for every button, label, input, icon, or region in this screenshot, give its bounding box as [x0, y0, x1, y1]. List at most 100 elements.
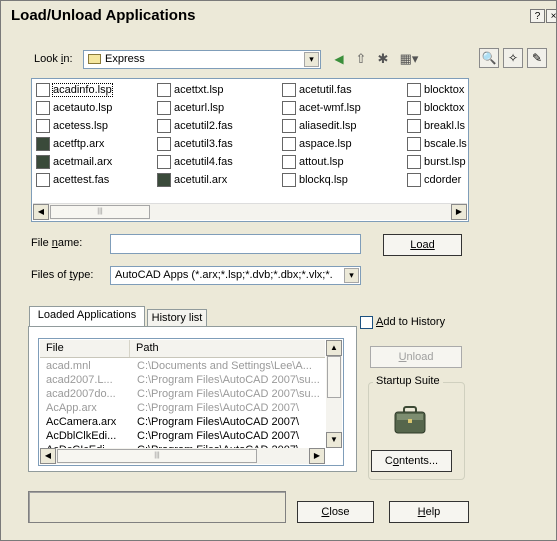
file-item[interactable]: blockq.lsp	[282, 173, 348, 189]
back-icon[interactable]: ◀	[329, 49, 349, 69]
lsp-file-icon	[36, 119, 50, 133]
help-button[interactable]: Help	[389, 501, 469, 523]
scroll-thumb[interactable]: |||	[50, 205, 150, 219]
fas-file-icon	[36, 173, 50, 187]
scroll-right-icon[interactable]: ▶	[309, 448, 325, 464]
look-in-value: Express	[105, 53, 145, 65]
file-item[interactable]: acettxt.lsp	[157, 83, 224, 99]
column-path-header[interactable]: Path	[130, 340, 325, 357]
add-to-history-checkbox[interactable]	[360, 316, 373, 329]
table-row[interactable]: AcCamera.arx C:\Program Files\AutoCAD 200…	[40, 415, 325, 429]
loaded-applications-list[interactable]: File Path acad.mnl C:\Documents and Setti…	[38, 338, 344, 466]
file-item[interactable]: acetauto.lsp	[36, 101, 112, 117]
hscroll-thumb[interactable]: |||	[57, 449, 257, 463]
file-item[interactable]: acetess.lsp	[36, 119, 108, 135]
fas-file-icon	[157, 137, 171, 151]
scroll-right-icon[interactable]: ▶	[451, 204, 467, 220]
file-item[interactable]: cdorder	[407, 173, 461, 189]
lsp-file-icon	[157, 83, 171, 97]
file-item[interactable]: acetutil.arx	[157, 173, 227, 189]
find-icon[interactable]: 🔍	[479, 48, 499, 68]
table-row[interactable]: acad2007.L... C:\Program Files\AutoCAD 20…	[40, 373, 325, 387]
file-item[interactable]: bscale.ls	[407, 137, 467, 153]
scroll-left-icon[interactable]: ◀	[40, 448, 56, 464]
file-item-label: acadinfo.lsp	[52, 83, 113, 97]
add-to-history-label: Add to History	[376, 316, 446, 328]
file-item[interactable]: acadinfo.lsp	[36, 83, 113, 99]
file-item[interactable]: acettest.fas	[36, 173, 109, 189]
tab-loaded-applications[interactable]: Loaded Applications	[29, 306, 145, 327]
loaded-applications-panel: File Path acad.mnl C:\Documents and Setti…	[28, 326, 357, 472]
table-row[interactable]: AcApp.arx C:\Program Files\AutoCAD 2007\	[40, 401, 325, 415]
file-item[interactable]: blocktox	[407, 83, 464, 99]
file-item[interactable]: aliasedit.lsp	[282, 119, 356, 135]
help-title-button[interactable]: ?	[530, 9, 545, 23]
cell-path: C:\Program Files\AutoCAD 2007\su...	[137, 374, 320, 386]
unload-button[interactable]: Unload	[370, 346, 462, 368]
table-row[interactable]: acad.mnl C:\Documents and Settings\Lee\A.…	[40, 359, 325, 373]
fas-file-icon	[282, 83, 296, 97]
file-item[interactable]: aceturl.lsp	[157, 101, 224, 117]
cell-file: acad.mnl	[46, 360, 91, 372]
cell-file: AcCamera.arx	[46, 416, 117, 428]
chevron-down-icon[interactable]: ▾	[304, 52, 319, 67]
scroll-up-icon[interactable]: ▲	[326, 340, 342, 356]
startup-suite-label: Startup Suite	[373, 375, 443, 387]
file-item[interactable]: acet-wmf.lsp	[282, 101, 361, 117]
briefcase-icon	[393, 405, 427, 435]
status-bar	[28, 491, 286, 523]
load-button[interactable]: Load	[383, 234, 462, 256]
table-row[interactable]: acad2007do... C:\Program Files\AutoCAD 20…	[40, 387, 325, 401]
look-in-combo[interactable]: Express ▾	[83, 50, 321, 69]
chevron-down-icon[interactable]: ▾	[344, 268, 359, 283]
views-icon[interactable]: ▦▾	[395, 49, 423, 69]
file-item[interactable]: burst.lsp	[407, 155, 466, 171]
scroll-left-icon[interactable]: ◀	[33, 204, 49, 220]
file-type-value: AutoCAD Apps (*.arx;*.lsp;*.dvb;*.dbx;*.…	[115, 269, 333, 281]
file-item[interactable]: attout.lsp	[282, 155, 344, 171]
cell-file: AcDblClkEdi...	[46, 430, 117, 442]
file-item-label: burst.lsp	[424, 156, 466, 168]
vscroll-thumb[interactable]	[327, 356, 341, 398]
folder-icon	[88, 54, 101, 65]
lsp-file-icon	[282, 101, 296, 115]
cell-path: C:\Program Files\AutoCAD 2007\	[137, 416, 300, 428]
file-item-label: bscale.ls	[424, 138, 467, 150]
file-item[interactable]: acetftp.arx	[36, 137, 104, 153]
arx-file-icon	[36, 155, 50, 169]
close-button[interactable]: Close	[297, 501, 374, 523]
lsp-file-icon	[407, 155, 421, 169]
file-item[interactable]: acetutil.fas	[282, 83, 352, 99]
loaded-list-vscroll[interactable]: ▲ ▼	[326, 340, 342, 448]
up-folder-icon[interactable]: ⇧	[351, 49, 371, 69]
fas-file-icon	[157, 119, 171, 133]
tools-icon[interactable]: ✧	[503, 48, 523, 68]
file-item-label: acetftp.arx	[53, 138, 105, 150]
scroll-down-icon[interactable]: ▼	[326, 432, 342, 448]
file-item-label: attout.lsp	[299, 156, 344, 168]
file-item-label: acettest.fas	[53, 174, 110, 186]
edit-icon[interactable]: ✎	[527, 48, 547, 68]
file-list-scrollbar[interactable]: ◀ ||| ▶	[33, 203, 467, 220]
file-type-combo[interactable]: AutoCAD Apps (*.arx;*.lsp;*.dvb;*.dbx;*.…	[110, 266, 361, 285]
file-item-label: cdorder	[424, 174, 462, 186]
file-item[interactable]: acetutil3.fas	[157, 137, 233, 153]
file-item[interactable]: acetutil2.fas	[157, 119, 233, 135]
file-name-input[interactable]	[110, 234, 361, 254]
close-title-button[interactable]: ×	[546, 9, 556, 23]
file-item[interactable]: blocktox	[407, 101, 464, 117]
file-item[interactable]: aspace.lsp	[282, 137, 352, 153]
loaded-list-hscroll[interactable]: ◀ ||| ▶	[40, 448, 325, 464]
lsp-file-icon	[407, 137, 421, 151]
look-in-label: Look in:	[34, 53, 73, 65]
new-folder-icon[interactable]: ✱	[373, 49, 393, 69]
file-list[interactable]: acadinfo.lsp acetauto.lsp acetess.lsp acetf…	[31, 78, 469, 222]
contents-button[interactable]: Contents...	[371, 450, 452, 472]
lsp-file-icon	[407, 101, 421, 115]
load-unload-dialog: Load/Unload Applications ? × Look in: Ex…	[0, 0, 557, 541]
file-item[interactable]: breakl.ls	[407, 119, 465, 135]
table-row[interactable]: AcDblClkEdi... C:\Program Files\AutoCAD 2…	[40, 429, 325, 443]
file-item[interactable]: acetutil4.fas	[157, 155, 233, 171]
file-item[interactable]: acetmail.arx	[36, 155, 112, 171]
column-file-header[interactable]: File	[40, 340, 130, 357]
